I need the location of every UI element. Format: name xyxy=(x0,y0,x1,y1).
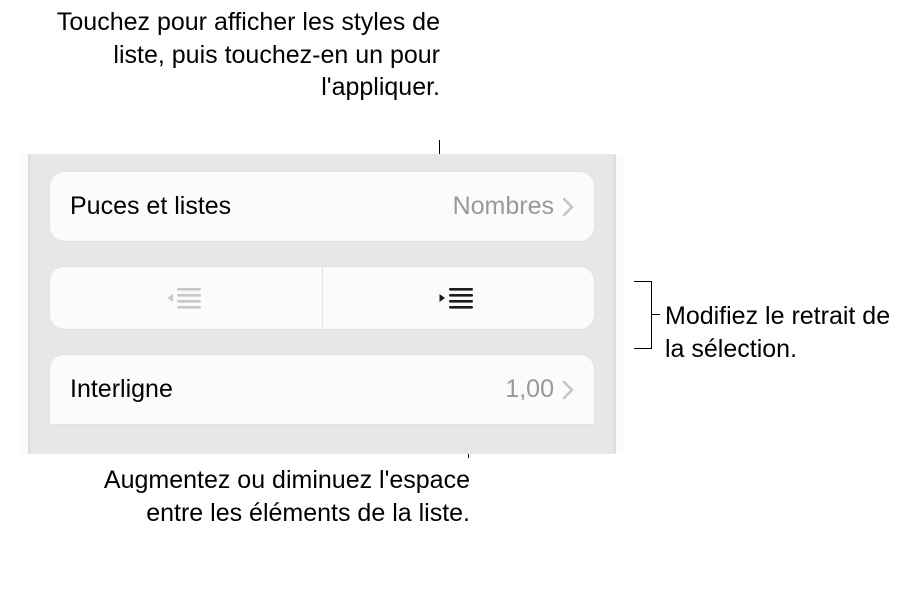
indent-button[interactable] xyxy=(322,267,595,329)
panel-edge xyxy=(616,154,624,454)
line-spacing-label: Interligne xyxy=(70,375,505,404)
callout-linespacing: Augmentez ou diminuez l'espace entre les… xyxy=(85,464,470,529)
bullets-value: Nombres xyxy=(453,192,554,221)
bullets-and-lists-row[interactable]: Puces et listes Nombres xyxy=(50,172,594,241)
format-panel-content: Puces et listes Nombres xyxy=(28,154,616,454)
leader-bracket xyxy=(634,281,652,349)
chevron-right-icon xyxy=(562,197,574,217)
line-spacing-row[interactable]: Interligne 1,00 xyxy=(50,355,594,425)
indent-control xyxy=(50,267,594,329)
format-panel: Puces et listes Nombres xyxy=(20,154,624,454)
line-spacing-value: 1,00 xyxy=(505,375,554,404)
panel-edge xyxy=(20,154,28,454)
callout-list-styles: Touchez pour afficher les styles de list… xyxy=(40,6,440,104)
bullets-label: Puces et listes xyxy=(70,192,453,221)
outdent-icon xyxy=(167,285,205,311)
chevron-right-icon xyxy=(562,380,574,400)
leader-line xyxy=(652,314,660,315)
callout-indent: Modifiez le retrait de la sélection. xyxy=(665,300,900,365)
outdent-button[interactable] xyxy=(50,267,322,329)
indent-icon xyxy=(439,285,477,311)
